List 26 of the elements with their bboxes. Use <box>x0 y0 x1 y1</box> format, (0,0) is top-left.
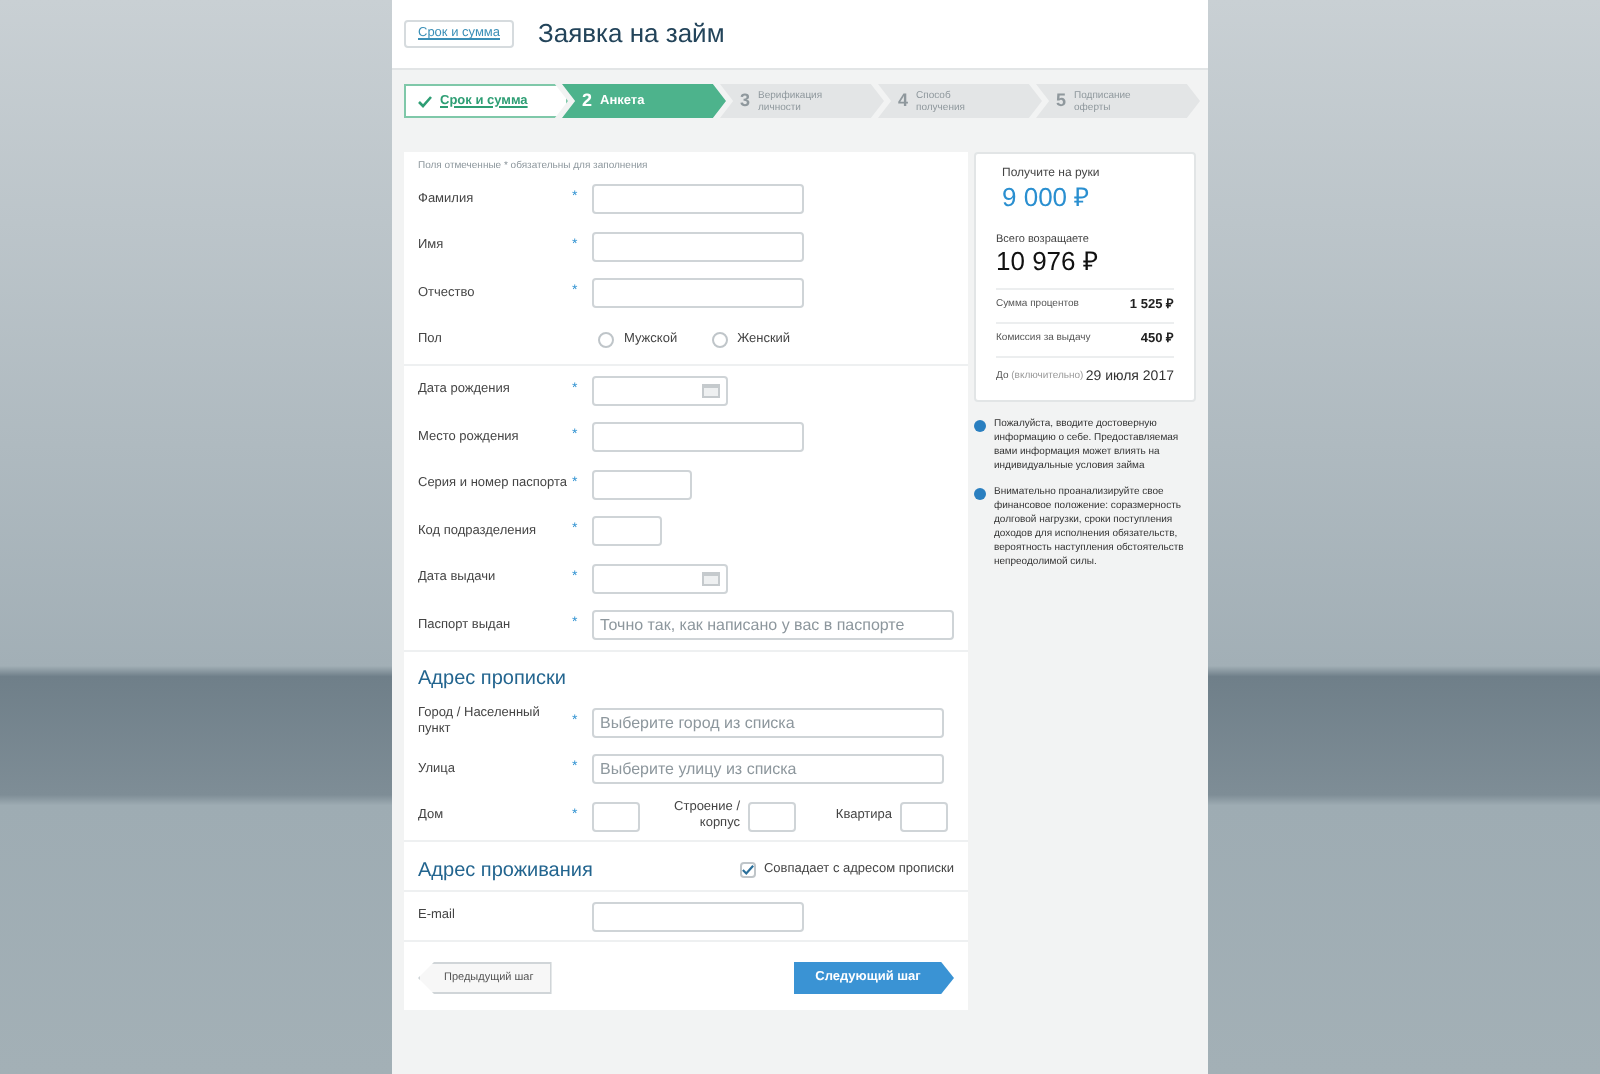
page-title: Заявка на займ <box>538 16 725 53</box>
text-field[interactable] <box>592 231 804 261</box>
text-field[interactable] <box>592 184 804 214</box>
text-field[interactable] <box>592 469 692 499</box>
section-heading: Адрес проживания <box>418 857 593 885</box>
calendar-icon <box>702 383 720 397</box>
date-field[interactable] <box>592 563 728 593</box>
text-field[interactable]: Точно так, как написано у вас в паспорте <box>592 610 954 640</box>
return-amount: 10 976 ₽ <box>996 248 1101 277</box>
text-field[interactable] <box>748 801 796 831</box>
calendar-icon <box>702 571 720 585</box>
section-heading: Адрес прописки <box>418 666 566 694</box>
text-field[interactable] <box>592 278 804 308</box>
text-field[interactable] <box>592 901 804 931</box>
receive-amount: 9 000 ₽ <box>1000 184 1093 212</box>
text-field[interactable]: Выберите улицу из списка <box>592 754 944 784</box>
text-field[interactable] <box>900 801 948 831</box>
date-field[interactable] <box>592 375 728 405</box>
text-field[interactable] <box>592 801 640 831</box>
check-icon <box>418 95 432 107</box>
check-icon <box>741 864 754 876</box>
text-field[interactable] <box>592 422 804 452</box>
info-icon <box>974 488 986 501</box>
text-field[interactable] <box>592 516 662 546</box>
text-field[interactable]: Выберите город из списка <box>592 707 944 737</box>
info-icon <box>974 420 986 433</box>
